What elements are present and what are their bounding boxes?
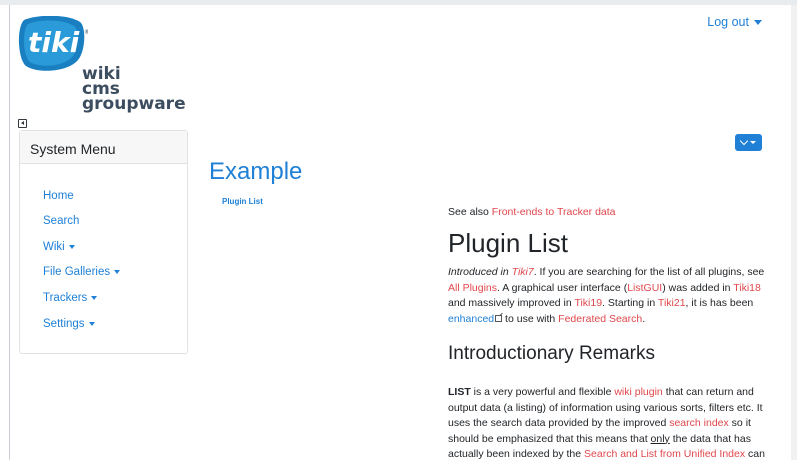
listgui-link[interactable]: ListGUI [627, 282, 662, 294]
tiki-logo[interactable]: tiki ® wiki cms groupware [18, 15, 186, 113]
caret-down-icon [750, 141, 756, 144]
logo-word: tiki [28, 26, 80, 59]
plugin-list-link[interactable]: Plugin List [222, 197, 263, 206]
tiki-logo-icon: tiki ® [18, 15, 90, 71]
federated-search-link[interactable]: Federated Search [558, 313, 642, 325]
logout-dropdown[interactable]: Log out [707, 15, 762, 29]
sidebar-item-home[interactable]: Home [43, 190, 74, 202]
sidebar-item-trackers[interactable]: Trackers [43, 292, 98, 304]
enhanced-link[interactable]: enhanced [448, 313, 503, 325]
left-border [9, 5, 10, 460]
caret-down-icon [91, 296, 98, 300]
system-menu: System Menu Home Search Wiki File Galler… [19, 130, 188, 354]
top-border [0, 0, 797, 5]
tracker-frontends-link[interactable]: Front-ends to Tracker data [492, 206, 616, 218]
logout-label: Log out [707, 15, 749, 29]
wiki-plugin-link[interactable]: wiki plugin [614, 386, 662, 398]
tiki18-link[interactable]: Tiki18 [733, 282, 761, 294]
tiki21-link[interactable]: Tiki21 [658, 297, 686, 309]
caret-down-icon [88, 322, 95, 326]
remarks-paragraph: LIST is a very powerful and flexible wik… [448, 386, 765, 461]
chevron-down-icon [739, 136, 749, 146]
collapse-sidebar-icon[interactable] [18, 119, 27, 128]
tiki19-link[interactable]: Tiki19 [574, 297, 602, 309]
sidebar-item-wiki[interactable]: Wiki [43, 241, 75, 253]
caret-down-icon [754, 19, 762, 25]
caret-down-icon [114, 270, 121, 274]
system-menu-title: System Menu [20, 131, 187, 164]
page-actions-button[interactable] [735, 134, 762, 151]
example-title: Example [209, 158, 303, 185]
sidebar-item-file-galleries[interactable]: File Galleries [43, 266, 121, 278]
search-index-link[interactable]: search index [669, 417, 729, 429]
section-heading: Introductionary Remarks [448, 343, 655, 364]
svg-text:®: ® [84, 29, 88, 36]
scrollbar[interactable] [791, 5, 797, 460]
tiki7-link[interactable]: Tiki7 [512, 266, 534, 278]
all-plugins-link[interactable]: All Plugins [448, 282, 497, 294]
unified-index-link[interactable]: Search and List from Unified Index [584, 448, 745, 460]
logo-text: wiki cms groupware [82, 64, 186, 114]
external-link-icon [495, 314, 503, 322]
see-also: See also Front-ends to Tracker data [448, 206, 616, 218]
sidebar-item-settings[interactable]: Settings [43, 318, 95, 330]
caret-down-icon [68, 245, 75, 249]
sidebar-item-search[interactable]: Search [43, 215, 79, 227]
intro-paragraph: Introduced in Tiki7. If you are searchin… [448, 266, 765, 325]
page-title: Plugin List [448, 228, 568, 258]
